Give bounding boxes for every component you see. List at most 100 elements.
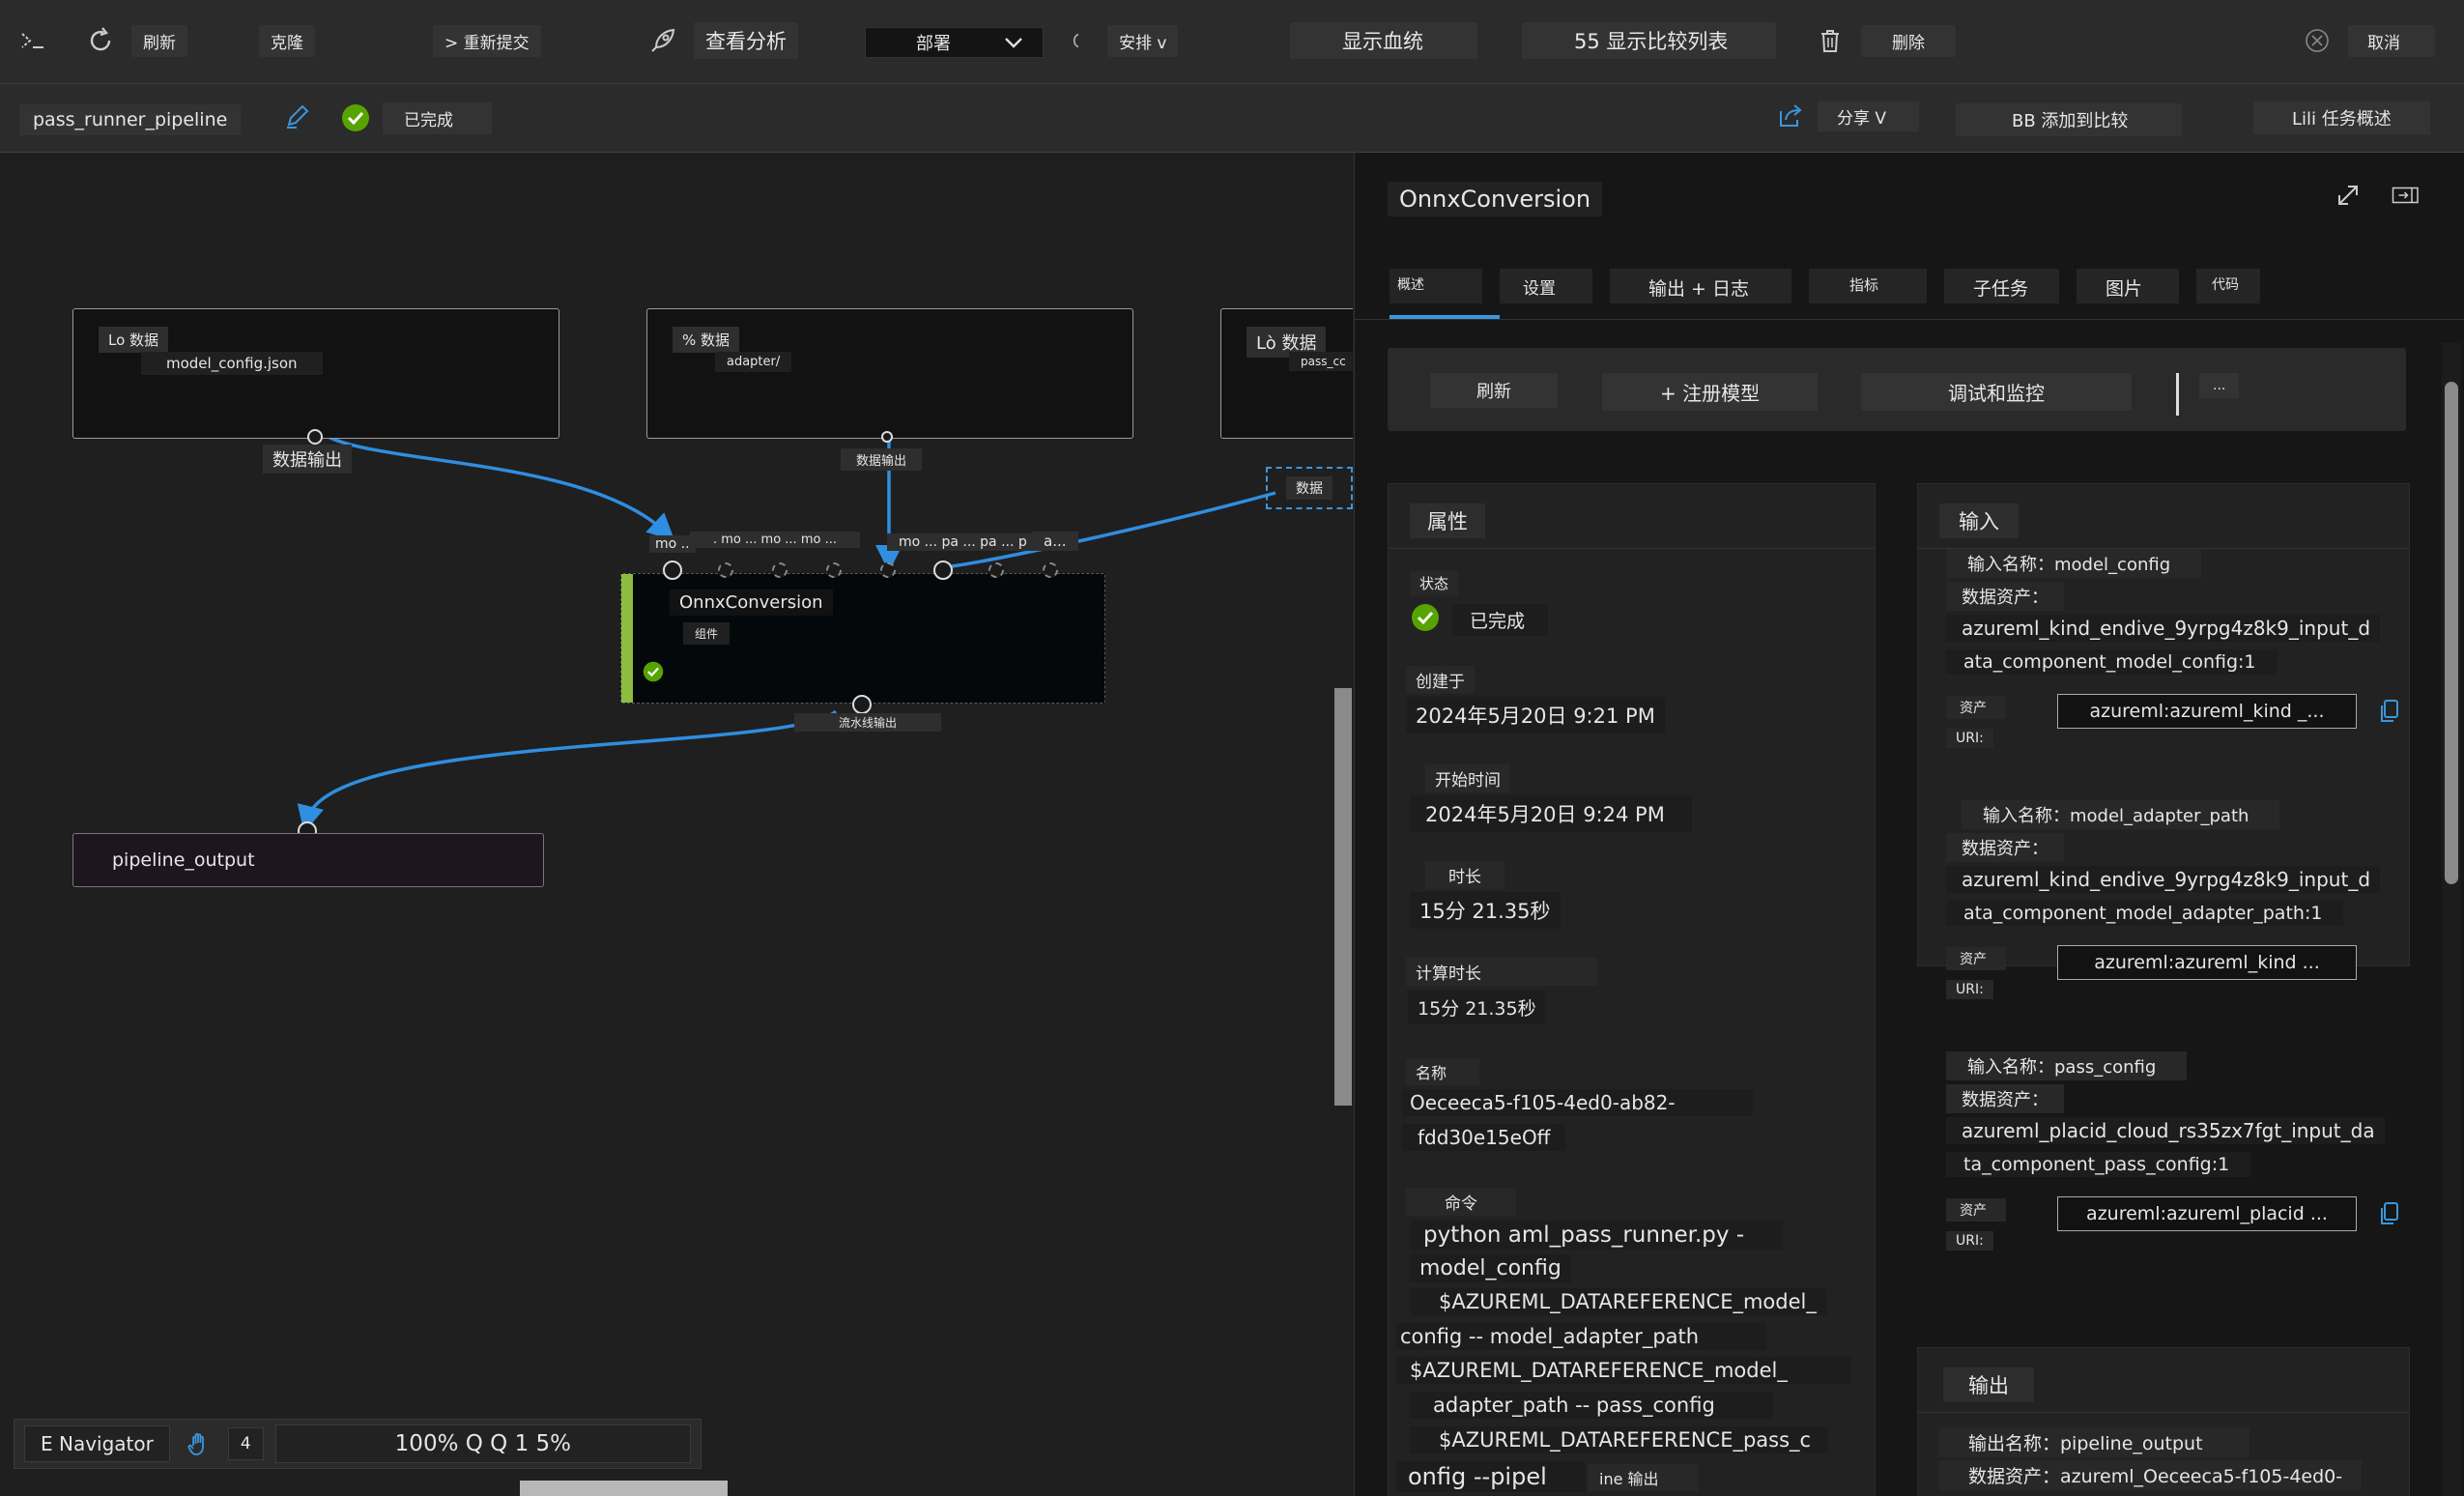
panel-refresh-button[interactable]: 刷新	[1430, 373, 1558, 408]
register-model-button[interactable]: + 注册模型	[1602, 373, 1819, 411]
edge-pipeline-output	[297, 709, 838, 833]
schedule-button[interactable]: 安排 v	[1073, 21, 1179, 60]
copy-icon[interactable]	[2378, 699, 2399, 724]
selected-output-port[interactable]: 数据	[1266, 467, 1353, 509]
command-bar: 刷新 克隆 > 重新提交 查看分析 部署 安排 v 显示血统 55 显示比较列表…	[0, 0, 2464, 84]
input-port[interactable]	[718, 562, 733, 578]
asset-link-box[interactable]: azureml:azureml_kind _...	[2057, 694, 2357, 729]
refresh-button[interactable]: 刷新	[83, 21, 187, 60]
input-port[interactable]	[826, 562, 842, 578]
delete-button[interactable]: 删除	[1813, 21, 1956, 60]
compute-duration-value: 15分 21.35秒	[1408, 991, 1546, 1024]
navigator-bar: E Navigator 4 100% Q Q 1 5%	[14, 1419, 702, 1469]
asset-link-text: azureml:azureml_kind _...	[2089, 701, 2325, 722]
asset-label: 资产	[1946, 1198, 2006, 1222]
panel-title: OnnxConversion	[1388, 182, 1603, 216]
input-port[interactable]	[880, 562, 896, 578]
pencil-icon	[280, 99, 315, 133]
view-analysis-button[interactable]: 查看分析	[645, 21, 798, 60]
status-text: 已完成	[383, 101, 492, 134]
output-port[interactable]	[852, 695, 872, 714]
output-port-label: 数据输出	[263, 445, 352, 474]
component-node-onnx[interactable]: OnnxConversion 组件	[620, 573, 1105, 704]
deploy-dropdown[interactable]: 部署	[865, 27, 1044, 58]
data-node-model-config[interactable]: Lo 数据 model_config.json	[72, 308, 559, 439]
data-asset-label: 数据资产：	[1946, 833, 2064, 862]
zoom-controls[interactable]: 100% Q Q 1 5%	[274, 1424, 691, 1463]
data-node-tag: Lo 数据	[99, 327, 169, 353]
data-asset-label: 数据资产：	[1946, 582, 2064, 611]
navigator-toggle[interactable]: E Navigator	[24, 1425, 170, 1462]
cancel-button[interactable]: 取消	[2300, 21, 2435, 60]
output-port-label: 数据	[1286, 476, 1332, 500]
output-port[interactable]	[881, 431, 893, 443]
card-divider	[1918, 1412, 2409, 1413]
properties-header: 属性	[1410, 503, 1485, 538]
panel-scrollbar-thumb[interactable]	[2445, 382, 2458, 884]
asset-link-text: azureml:azureml_kind ...	[2094, 952, 2320, 973]
data-node-adapter[interactable]: % 数据 adapter/	[646, 308, 1133, 439]
data-asset-line2: ata_component_model_config:1	[1946, 649, 2278, 675]
panel-tabs: 概述 设置 输出 + 日志 指标 子任务 图片 代码	[1376, 269, 2439, 311]
outputs-card: 输出 输出名称：pipeline_output 数据资产：azureml_Oec…	[1917, 1347, 2410, 1496]
data-node-pass-config[interactable]: Lò 数据 pass_cc	[1220, 308, 1353, 439]
copy-icon[interactable]	[2378, 1201, 2399, 1226]
add-to-compare-button[interactable]: BB 添加到比较	[1956, 103, 2183, 136]
asset-link-box[interactable]: azureml:azureml_placid ...	[2057, 1196, 2357, 1231]
created-value: 2024年5月20日 9:21 PM	[1406, 697, 1665, 734]
tab-metrics[interactable]: 指标	[1809, 269, 1928, 303]
cancel-circle-icon	[2300, 23, 2335, 58]
share-button[interactable]: 分享 V	[1773, 99, 1920, 133]
compare-list-button[interactable]: 55 显示比较列表	[1522, 21, 1777, 60]
hand-pan-icon[interactable]	[182, 1426, 216, 1461]
edit-name-button[interactable]	[280, 99, 315, 133]
close-panel-icon[interactable]	[2387, 178, 2425, 213]
start-value: 2024年5月20日 9:24 PM	[1410, 795, 1692, 832]
data-node-file: pass_cc	[1289, 352, 1353, 371]
more-actions-button[interactable]: ...	[2199, 373, 2240, 398]
tab-child-jobs[interactable]: 子任务	[1944, 269, 2060, 303]
show-lineage-button[interactable]: 显示血统	[1290, 21, 1477, 60]
job-overview-button[interactable]: Lili 任务概述	[2253, 101, 2430, 134]
command-line: $AZUREML_DATAREFERENCE_model_	[1396, 1357, 1851, 1384]
input-name: 输入名称：model_config	[1946, 549, 2202, 578]
asset-link-box[interactable]: azureml:azureml_kind ...	[2057, 945, 2357, 980]
expand-icon[interactable]	[2331, 178, 2365, 213]
pipeline-output-node[interactable]: pipeline_output	[72, 833, 544, 887]
input-name: 输入名称：pass_config	[1946, 1051, 2188, 1080]
tab-code[interactable]: 代码	[2196, 269, 2261, 303]
uri-label: URI:	[1946, 980, 1993, 999]
status-label: 状态	[1410, 571, 1459, 595]
tab-outputs-logs[interactable]: 输出 + 日志	[1610, 269, 1791, 303]
canvas-horizontal-scrollbar[interactable]	[520, 1481, 728, 1496]
input-port[interactable]	[772, 562, 788, 578]
tab-overview[interactable]: 概述	[1390, 269, 1482, 303]
command-line: python aml_pass_runner.py -	[1410, 1221, 1784, 1250]
data-node-file: model_config.json	[141, 352, 323, 375]
pipeline-output-title: pipeline_output	[100, 848, 267, 873]
tab-settings[interactable]: 设置	[1500, 269, 1592, 303]
input-port[interactable]	[1043, 562, 1058, 578]
tab-images[interactable]: 图片	[2077, 269, 2180, 303]
share-icon	[1773, 99, 1808, 133]
pipeline-canvas[interactable]: Lo 数据 model_config.json 数据输出 % 数据 adapte…	[0, 153, 1353, 1496]
input-port[interactable]	[933, 561, 953, 580]
view-analysis-label: 查看分析	[694, 22, 798, 59]
data-asset-line2: ata_component_model_adapter_path:1	[1946, 901, 2344, 926]
command-line: $AZUREML_DATAREFERENCE_model_	[1410, 1288, 1826, 1315]
clone-button[interactable]: 克隆	[259, 21, 315, 60]
command-label: 命令	[1406, 1188, 1516, 1216]
check-circle-icon	[1408, 600, 1443, 635]
canvas-vertical-scrollbar[interactable]	[1334, 688, 1352, 1106]
debug-monitor-button[interactable]: 调试和监控	[1861, 373, 2132, 411]
run-icon-button[interactable]	[15, 21, 50, 60]
output-name: 输出名称：pipeline_output	[1939, 1427, 2249, 1457]
asset-label: 资产	[1946, 696, 2006, 719]
output-port[interactable]	[307, 429, 323, 445]
inputs-header: 输入	[1939, 503, 2019, 538]
input-port[interactable]	[663, 561, 682, 580]
resubmit-button[interactable]: > 重新提交	[433, 21, 541, 60]
share-label: 分享 V	[1818, 101, 1920, 131]
input-port[interactable]	[988, 562, 1004, 578]
uri-label: URI:	[1946, 729, 1993, 748]
